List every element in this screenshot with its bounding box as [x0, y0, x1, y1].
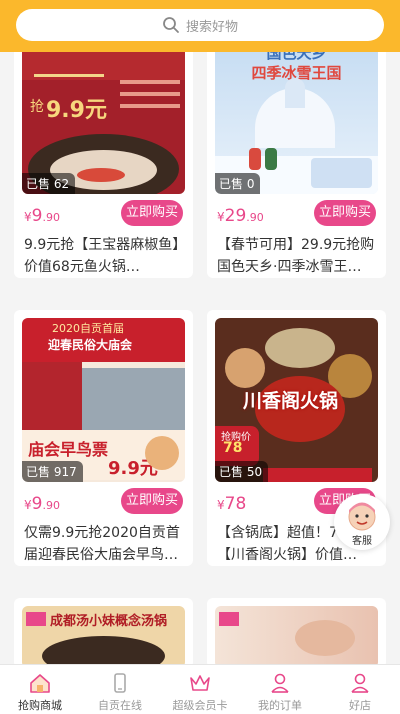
product-image[interactable]: 川香阁火锅 抢购价 78 已售 50 — [207, 310, 386, 482]
poster-top-text: 2020自贡首届 — [52, 322, 124, 335]
poster-price-text: 9.9元 — [46, 98, 107, 123]
product-title[interactable]: 仅需9.9元抢2020自贡首届迎春民俗大庙会早鸟… — [14, 522, 193, 566]
product-title[interactable]: 9.9元抢【王宝器麻椒鱼】价值68元鱼火锅… — [14, 234, 193, 278]
tab-good-shops[interactable]: 好店 — [320, 665, 400, 714]
home-icon — [30, 674, 50, 693]
sold-count: 已售 62 — [22, 173, 76, 194]
user-icon — [351, 673, 369, 693]
product-price: ¥9.90 — [24, 494, 60, 514]
product-price: ¥29.90 — [217, 206, 264, 226]
tab-label: 抢购商城 — [18, 699, 62, 712]
tab-label: 好店 — [349, 699, 371, 712]
currency-symbol: ¥ — [24, 210, 32, 224]
header-bar: 搜索好物 — [0, 0, 400, 52]
product-feed[interactable]: 9.9元 抢 已售 62 ¥9.90 立即购买 9.9元抢【王宝器麻椒鱼】价值6… — [0, 52, 400, 664]
tab-zigong-online[interactable]: 自贡在线 — [80, 665, 160, 714]
product-card[interactable]: 9.9元 抢 已售 62 ¥9.90 立即购买 9.9元抢【王宝器麻椒鱼】价值6… — [14, 52, 193, 278]
buy-now-button[interactable]: 立即购买 — [314, 200, 376, 226]
product-price: ¥78 — [217, 494, 247, 514]
sold-count: 已售 50 — [215, 461, 269, 482]
product-image[interactable]: 成都汤小妹概念汤锅 — [14, 598, 193, 664]
product-image[interactable]: 2020自贡首届 迎春民俗大庙会 庙会早鸟票 9.9元 已售 917 — [14, 310, 193, 482]
tab-my-orders[interactable]: 我的订单 — [240, 665, 320, 714]
poster-mid-text: 川香阁火锅 — [243, 390, 339, 412]
product-image[interactable]: 9.9元 抢 已售 62 — [14, 52, 193, 194]
crown-icon — [190, 675, 210, 691]
tab-label: 自贡在线 — [98, 699, 142, 712]
product-price: ¥9.90 — [24, 206, 60, 226]
search-bar[interactable]: 搜索好物 — [16, 9, 384, 41]
service-avatar-icon — [348, 502, 376, 531]
buy-now-button[interactable]: 立即购买 — [121, 200, 183, 226]
phone-icon — [114, 673, 126, 693]
currency-symbol: ¥ — [217, 210, 225, 224]
tab-vip-card[interactable]: 超级会员卡 — [160, 665, 240, 714]
poster-sub-text: 抢 — [30, 99, 44, 115]
search-placeholder: 搜索好物 — [185, 19, 238, 35]
service-label: 客服 — [352, 536, 372, 547]
product-card[interactable]: 2020自贡首届 迎春民俗大庙会 庙会早鸟票 9.9元 已售 917 ¥9.90… — [14, 310, 193, 566]
tab-label: 我的订单 — [258, 699, 302, 712]
poster-bottom-text: 庙会早鸟票 — [28, 440, 109, 459]
sold-count: 已售 917 — [22, 461, 83, 482]
customer-service-button[interactable]: 客服 — [334, 494, 390, 550]
product-image[interactable]: 国色天乡 四季冰雪王国 已售 0 — [207, 52, 386, 194]
poster-price-text: 78 — [223, 440, 243, 456]
product-title[interactable]: 【春节可用】29.9元抢购国色天乡·四季冰雪王… — [207, 234, 386, 278]
tab-shop[interactable]: 抢购商城 — [0, 665, 80, 714]
search-icon — [162, 16, 180, 34]
tab-label: 超级会员卡 — [172, 699, 228, 712]
product-image[interactable] — [207, 598, 386, 664]
poster-top-text: 成都汤小妹概念汤锅 — [50, 614, 168, 629]
bottom-tab-bar: 抢购商城 自贡在线 超级会员卡 我的订单 好店 — [0, 664, 400, 714]
user-icon — [271, 673, 289, 693]
currency-symbol: ¥ — [24, 498, 32, 512]
product-card[interactable] — [207, 598, 386, 664]
currency-symbol: ¥ — [217, 498, 225, 512]
buy-now-button[interactable]: 立即购买 — [121, 488, 183, 514]
poster-mid-text: 迎春民俗大庙会 — [48, 338, 133, 352]
product-card[interactable]: 国色天乡 四季冰雪王国 已售 0 ¥29.90 立即购买 【春节可用】29.9元… — [207, 52, 386, 278]
product-card[interactable]: 成都汤小妹概念汤锅 — [14, 598, 193, 664]
sold-count: 已售 0 — [215, 173, 261, 194]
